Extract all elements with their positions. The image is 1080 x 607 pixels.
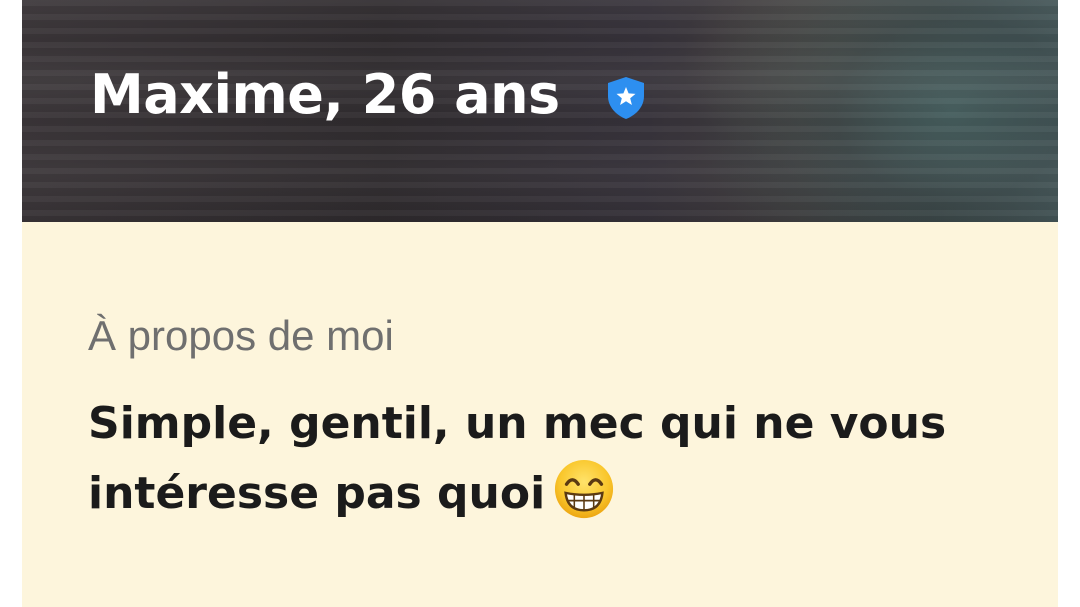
- profile-card[interactable]: Maxime, 26 ans À propos de moi Simple, g…: [22, 0, 1058, 607]
- verified-badge-icon[interactable]: [606, 76, 646, 120]
- grinning-face-emoji-icon: [555, 459, 614, 519]
- profile-photo[interactable]: Maxime, 26 ans: [22, 0, 1058, 222]
- about-text-block: Simple, gentil, un mec qui ne vous intér…: [88, 390, 1028, 528]
- profile-header: Maxime, 26 ans: [90, 62, 646, 128]
- about-bio-text: Simple, gentil, un mec qui ne vous intér…: [88, 398, 947, 519]
- profile-name-age: Maxime, 26 ans: [90, 63, 560, 126]
- about-section: À propos de moi Simple, gentil, un mec q…: [22, 222, 1058, 607]
- about-heading: À propos de moi: [88, 312, 394, 359]
